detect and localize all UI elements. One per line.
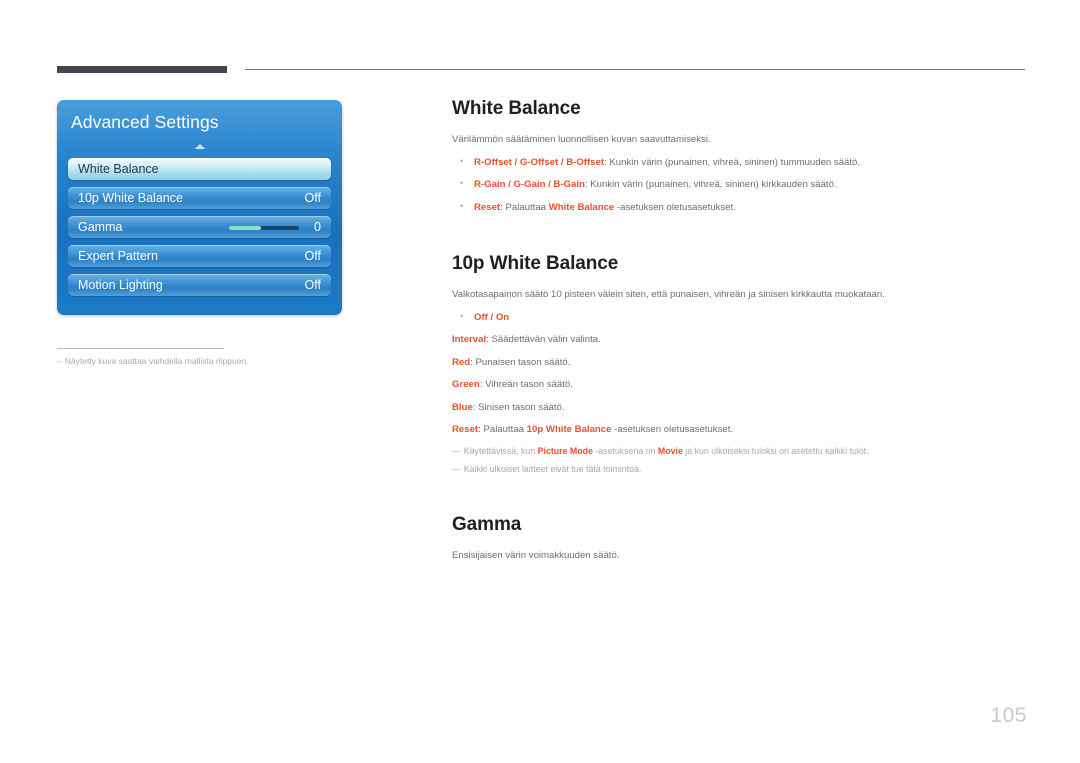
tenp-line-blue: Blue: Sinisen tason säätö. — [452, 401, 1030, 415]
note-highlight-1: Picture Mode — [537, 446, 593, 457]
left-note-text: Näytetty kuva saattaa vaihdella mallista… — [64, 356, 249, 366]
line-lead: Reset — [452, 423, 479, 435]
tenp-line-interval: Interval: Säädettävän välin valinta. — [452, 333, 1030, 347]
note-c: ja kun ulkoiseksi tuloksi on asetettu ka… — [682, 446, 869, 457]
osd-item-white-balance[interactable]: White Balance — [68, 158, 331, 180]
tenp-line-green: Green: Vihreän tason säätö. — [452, 378, 1030, 392]
gamma-slider-fill — [229, 226, 261, 230]
page-number: 105 — [990, 704, 1027, 727]
chevron-up-icon — [195, 144, 205, 149]
line-rest: : Vihreän tason säätö. — [479, 379, 573, 391]
tenp-note-2: ― Kaikki ulkoiset laitteet eivät tue tätä… — [452, 463, 1030, 476]
line-rest: : Sinisen tason säätö. — [472, 401, 565, 413]
section-title-white-balance: White Balance — [452, 98, 581, 119]
bullet-lead: Reset — [474, 201, 501, 213]
note-dash: ― — [452, 446, 461, 457]
osd-item-value: Off — [304, 191, 321, 205]
line-rest: : Säädettävän välin valinta. — [486, 334, 601, 346]
bullet-off-on: Off / On — [474, 311, 510, 323]
tenp-line-red: Red: Punaisen tason säätö. — [452, 356, 1030, 370]
osd-item-value: 0 — [314, 220, 321, 234]
header-accent-bar — [57, 66, 227, 73]
line-rest: -asetuksen oletusasetukset. — [611, 423, 734, 435]
line-highlight: 10p White Balance — [526, 423, 612, 435]
list-item: Reset: Palauttaa White Balance -asetukse… — [452, 200, 1030, 215]
osd-panel-title: Advanced Settings — [71, 112, 219, 132]
osd-item-label: 10p White Balance — [78, 191, 183, 205]
bullet-rest: : Kunkin värin (punainen, vihreä, sinine… — [604, 156, 861, 168]
note-a: Kaikki ulkoiset laitteet eivät tue tätä … — [463, 463, 642, 474]
osd-item-motion-lighting[interactable]: Motion Lighting Off — [68, 274, 331, 296]
gamma-slider[interactable] — [229, 226, 299, 230]
osd-item-value: Off — [304, 278, 321, 292]
osd-item-label: White Balance — [78, 162, 159, 176]
osd-item-gamma[interactable]: Gamma 0 — [68, 216, 331, 238]
osd-item-label: Motion Lighting — [78, 278, 163, 292]
note-dash: ― — [452, 463, 461, 474]
osd-item-label: Gamma — [78, 220, 123, 234]
line-lead: Blue — [452, 401, 473, 413]
line-lead: Green — [452, 379, 480, 391]
list-item: Off / On — [452, 310, 1030, 325]
note-a: Käytettävissä, kun — [463, 446, 538, 457]
note-highlight-2: Movie — [657, 446, 683, 457]
osd-menu-panel: Advanced Settings White Balance 10p Whit… — [57, 100, 342, 315]
header-rule — [245, 69, 1025, 70]
osd-menu-list: White Balance 10p White Balance Off Gamm… — [68, 158, 331, 303]
line-lead: Red — [452, 356, 471, 368]
tenp-note-1: ― Käytettävissä, kun Picture Mode -asetuk… — [452, 445, 1030, 458]
osd-item-label: Expert Pattern — [78, 249, 158, 263]
tenp-bullets: Off / On — [452, 310, 1030, 325]
note-b: -asetuksena on — [592, 446, 658, 457]
tenp-intro: Valkotasapainon säätö 10 pisteen välein … — [452, 289, 885, 301]
bullet-rest: -asetuksen oletusasetukset. — [614, 201, 736, 213]
list-item: R-Gain / G-Gain / B-Gain: Kunkin värin (… — [452, 177, 1030, 192]
line-lead: Interval — [452, 334, 487, 346]
left-note-dash: – — [57, 356, 62, 366]
section-title-gamma: Gamma — [452, 513, 522, 535]
bullet-lead: R-Gain / G-Gain / B-Gain — [474, 179, 585, 191]
left-note-divider — [57, 348, 224, 349]
line-rest: : Punaisen tason säätö. — [470, 356, 571, 368]
osd-item-10p-white-balance[interactable]: 10p White Balance Off — [68, 187, 331, 209]
osd-item-expert-pattern[interactable]: Expert Pattern Off — [68, 245, 331, 267]
white-balance-intro: Värilämmön säätäminen luonnollisen kuvan… — [452, 134, 711, 145]
osd-item-value: Off — [304, 249, 321, 263]
bullet-highlight: White Balance — [548, 201, 615, 213]
bullet-rest: : Kunkin värin (punainen, vihreä, sinine… — [584, 179, 837, 191]
content-column: White Balance Värilämmön säätäminen luon… — [452, 98, 1030, 572]
bullet-lead: R-Offset / G-Offset / B-Offset — [474, 156, 605, 168]
list-item: R-Offset / G-Offset / B-Offset: Kunkin v… — [452, 155, 1030, 170]
bullet-mid: : Palauttaa — [500, 201, 549, 213]
tenp-line-reset: Reset: Palauttaa 10p White Balance -aset… — [452, 423, 1030, 437]
section-title-10p-white-balance: 10p White Balance — [452, 253, 619, 275]
gamma-intro: Ensisijaisen värin voimakkuuden säätö. — [452, 549, 620, 561]
line-mid: : Palauttaa — [478, 423, 527, 435]
left-note: – Näytetty kuva saattaa vaihdella mallist… — [57, 355, 347, 368]
white-balance-bullets: R-Offset / G-Offset / B-Offset: Kunkin v… — [452, 155, 1030, 215]
